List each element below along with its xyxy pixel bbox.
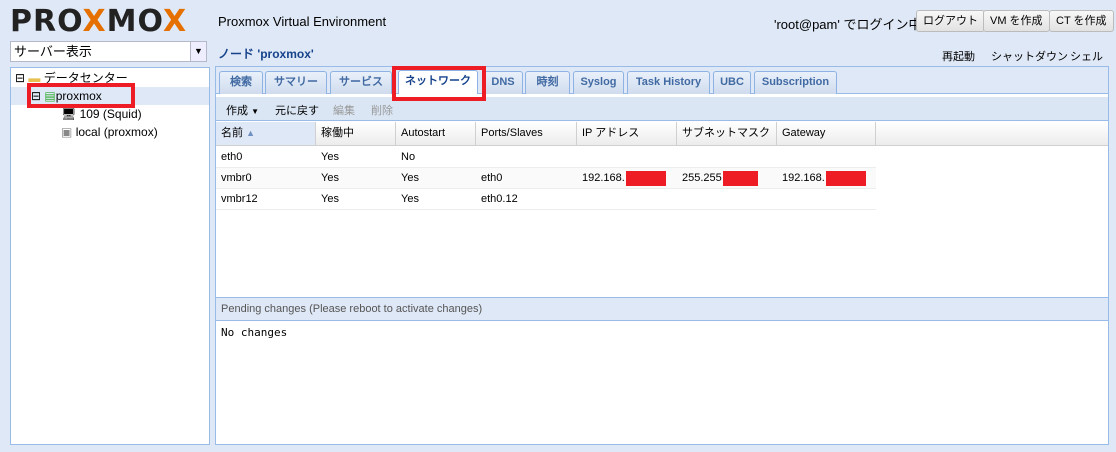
tab-bar: 検索 サマリー サービス ネットワーク DNS 時刻 Syslog Task H… xyxy=(216,67,1108,94)
tab-task-history[interactable]: Task History xyxy=(627,71,710,94)
tree-label: 109 (Squid) xyxy=(79,107,142,121)
remove-button[interactable]: 削除 xyxy=(371,102,393,118)
create-ct-button[interactable]: CT を作成 xyxy=(1049,10,1114,32)
highlight-annotation xyxy=(392,66,486,101)
create-vm-button[interactable]: VM を作成 xyxy=(983,10,1050,32)
cell-autostart: Yes xyxy=(401,172,419,184)
tab-time[interactable]: 時刻 xyxy=(525,71,570,94)
redaction-mask xyxy=(826,171,866,186)
cell-active: Yes xyxy=(321,172,339,184)
column-ports[interactable]: Ports/Slaves xyxy=(476,122,577,145)
login-status: 'root@pam' でログイン中 xyxy=(774,17,922,32)
dropdown-arrow-icon: ▼ xyxy=(251,107,259,116)
tree-node-storage-local[interactable]: ▣ local (proxmox) xyxy=(61,123,158,141)
storage-icon: ▣ xyxy=(61,125,73,139)
node-panel: 検索 サマリー サービス ネットワーク DNS 時刻 Syslog Task H… xyxy=(215,66,1109,445)
redaction-mask xyxy=(626,171,666,186)
node-title: ノード 'proxmox' xyxy=(218,47,314,61)
column-name[interactable]: 名前 ▲ xyxy=(216,122,316,145)
cell-active: Yes xyxy=(321,193,339,205)
cell-name: vmbr0 xyxy=(221,172,252,184)
column-autostart[interactable]: Autostart xyxy=(396,122,476,145)
grid-header: 名前 ▲ 稼働中 Autostart Ports/Slaves IP アドレス … xyxy=(216,122,1108,146)
pending-changes-header: Pending changes (Please reboot to activa… xyxy=(216,297,1108,321)
create-button[interactable]: 作成 ▼ xyxy=(226,102,259,118)
cell-gateway: 192.168. xyxy=(782,172,825,184)
revert-button[interactable]: 元に戻す xyxy=(275,102,319,118)
column-label: 名前 xyxy=(221,127,243,139)
logout-button[interactable]: ログアウト xyxy=(916,10,985,32)
column-ip[interactable]: IP アドレス xyxy=(577,122,677,145)
column-active[interactable]: 稼働中 xyxy=(316,122,396,145)
tab-search[interactable]: 検索 xyxy=(219,71,263,94)
highlight-annotation xyxy=(27,83,135,108)
column-subnet[interactable]: サブネットマスク xyxy=(677,122,777,145)
chevron-down-icon[interactable]: ▼ xyxy=(190,42,206,61)
shell-button[interactable]: シェル xyxy=(1070,48,1103,64)
reboot-button[interactable]: 再起動 xyxy=(942,48,975,64)
view-select[interactable]: サーバー表示 ▼ xyxy=(10,41,207,62)
create-label: 作成 xyxy=(226,105,248,117)
table-row[interactable]: vmbr12 Yes Yes eth0.12 xyxy=(216,189,876,210)
shutdown-button[interactable]: シャットダウン xyxy=(991,48,1068,64)
tree-label: local (proxmox) xyxy=(75,125,158,139)
edit-button[interactable]: 編集 xyxy=(333,102,355,118)
cell-ports: eth0.12 xyxy=(481,193,518,205)
proxmox-logo: PROXMOX xyxy=(10,4,188,39)
monitor-icon: 🖥 xyxy=(61,107,77,121)
cell-autostart: Yes xyxy=(401,193,419,205)
table-row[interactable]: eth0 Yes No xyxy=(216,147,876,168)
resource-tree: ⊟ ▬ データセンター ⊟ ▤proxmox 🖥 109 (Squid) ▣ l… xyxy=(10,67,210,445)
cell-subnet: 255.255 xyxy=(682,172,722,184)
view-select-value: サーバー表示 xyxy=(14,44,92,59)
tab-syslog[interactable]: Syslog xyxy=(573,71,624,94)
table-row[interactable]: vmbr0 Yes Yes eth0 192.168. 255.255 192.… xyxy=(216,168,876,189)
tab-summary[interactable]: サマリー xyxy=(265,71,327,94)
toolbar: 作成 ▼ 元に戻す 編集 削除 xyxy=(216,97,1108,121)
pending-changes-body: No changes xyxy=(221,326,288,339)
cell-active: Yes xyxy=(321,151,339,163)
tab-dns[interactable]: DNS xyxy=(483,71,523,94)
redaction-mask xyxy=(723,171,758,186)
tab-subscription[interactable]: Subscription xyxy=(754,71,837,94)
cell-autostart: No xyxy=(401,151,416,163)
sort-asc-icon: ▲ xyxy=(246,128,255,138)
tab-services[interactable]: サービス xyxy=(330,71,392,94)
cell-ip: 192.168. xyxy=(582,172,625,184)
collapse-icon[interactable]: ⊟ xyxy=(15,71,25,85)
cell-ports: eth0 xyxy=(481,172,503,184)
tab-ubc[interactable]: UBC xyxy=(713,71,751,94)
cell-name: vmbr12 xyxy=(221,193,258,205)
app-title: Proxmox Virtual Environment xyxy=(218,14,387,29)
cell-name: eth0 xyxy=(221,151,243,163)
column-gateway[interactable]: Gateway xyxy=(777,122,876,145)
